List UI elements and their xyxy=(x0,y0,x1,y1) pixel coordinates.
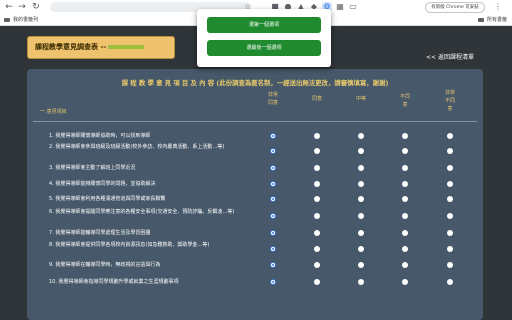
rating-radio[interactable] xyxy=(270,196,276,202)
rating-radio[interactable] xyxy=(314,213,320,219)
reload-icon[interactable]: ↻ xyxy=(30,1,42,13)
rating-radio[interactable] xyxy=(447,213,453,219)
bookmarks-folder[interactable]: 我的書籤列 xyxy=(4,16,38,25)
column-header: 中等 xyxy=(355,96,366,102)
page-content: 課程教學意見調查表 -- << 返回課程清單 課 程 教 學 意 見 項 目 及… xyxy=(0,26,512,320)
rating-radio[interactable] xyxy=(402,262,408,268)
rating-radio[interactable] xyxy=(447,148,453,154)
survey-panel: 課 程 教 學 意 見 項 目 及 內 容 (此份調查為匿名制，一經送出無法更改… xyxy=(27,69,483,320)
page-title: 課程教學意見調查表 -- xyxy=(27,36,175,59)
chrome-update-button[interactable]: 有新版 Chrome 可安裝 xyxy=(425,2,485,13)
rating-radio[interactable] xyxy=(314,262,320,268)
forward-arrow-icon[interactable]: → xyxy=(16,1,28,13)
rating-radio[interactable] xyxy=(314,133,320,139)
bookmarks-folder-label: 我的書籤列 xyxy=(13,17,39,23)
rating-radio[interactable] xyxy=(447,165,453,171)
rating-radio[interactable] xyxy=(314,181,320,187)
rating-radio[interactable] xyxy=(270,165,276,171)
column-header: 非常不同意 xyxy=(444,90,455,112)
select-first-option-button[interactable]: 選第一個選項 xyxy=(207,17,321,33)
column-header: 非常同意 xyxy=(267,92,278,106)
rating-radio[interactable] xyxy=(314,230,320,236)
rating-radio[interactable] xyxy=(402,181,408,187)
rating-radio[interactable] xyxy=(314,148,320,154)
question-text: 2. 我覺得導師會參與班級及班級活動(校外參訪、校內慶典活動、系上活動…等) xyxy=(49,144,225,150)
rating-radio[interactable] xyxy=(447,279,453,285)
folder-icon xyxy=(478,17,484,22)
rating-radio[interactable] xyxy=(447,230,453,236)
rating-radio[interactable] xyxy=(270,148,276,154)
question-text: 6. 我覺得導師會提醒同學應注意的各種安全事項(交通安全、預防詐騙、反霸凌…等) xyxy=(49,209,235,215)
rating-radio[interactable] xyxy=(447,181,453,187)
panel-header: 課 程 教 學 意 見 項 目 及 內 容 (此份調查為匿名制，一經送出無法更改… xyxy=(121,79,389,87)
question-text: 5. 我覺得導師會利用各種溝通管道與同學或家長聯繫 xyxy=(49,196,166,202)
column-header: 不同意 xyxy=(399,94,410,108)
page-title-text: 課程教學意見調查表 -- xyxy=(35,43,107,51)
rating-radio[interactable] xyxy=(314,279,320,285)
rating-radio[interactable] xyxy=(270,181,276,187)
rating-radio[interactable] xyxy=(402,279,408,285)
question-text: 3. 我覺得導師會主動了解班上同學近況 xyxy=(49,165,136,171)
rating-radio[interactable] xyxy=(402,230,408,236)
other-bookmarks-label: 所有書籤 xyxy=(487,17,508,23)
extension-popup: 選第一個選項 選最後一個選項 xyxy=(197,9,331,67)
other-bookmarks-folder[interactable]: 所有書籤 xyxy=(478,16,507,25)
select-last-option-button[interactable]: 選最後一個選項 xyxy=(207,40,321,56)
header-divider xyxy=(33,121,477,122)
rating-radio[interactable] xyxy=(314,246,320,252)
rating-radio[interactable] xyxy=(447,246,453,252)
rating-radio[interactable] xyxy=(314,165,320,171)
kebab-menu-icon[interactable]: ⋮ xyxy=(493,2,503,12)
rating-radio[interactable] xyxy=(314,196,320,202)
rating-radio[interactable] xyxy=(358,165,364,171)
sidebar-icon[interactable]: ▭ xyxy=(348,2,358,12)
question-text: 1. 我覺得導師關懷導師協助時，可以找到導師 xyxy=(49,133,151,139)
rating-radio[interactable] xyxy=(270,213,276,219)
rating-radio[interactable] xyxy=(358,196,364,202)
section-label: 一.意見項目 xyxy=(40,109,67,115)
puzzle-icon[interactable]: ▦ xyxy=(335,2,345,12)
question-text: 10. 我覺得導師會指導同學規劃升學或就業之生涯規劃事項 xyxy=(49,279,179,285)
rating-radio[interactable] xyxy=(358,230,364,236)
column-header: 同意 xyxy=(311,96,322,102)
rating-radio[interactable] xyxy=(447,133,453,139)
rating-radio[interactable] xyxy=(402,246,408,252)
rating-radio[interactable] xyxy=(358,279,364,285)
question-text: 7. 我覺得導師能輔導同學處理生活及學習困擾 xyxy=(49,230,151,236)
rating-radio[interactable] xyxy=(270,230,276,236)
rating-radio[interactable] xyxy=(358,246,364,252)
back-arrow-icon[interactable]: ← xyxy=(3,1,15,13)
rating-radio[interactable] xyxy=(402,196,408,202)
question-text: 8. 我覺得導師會提供同學各項校內資源訊息(如急難救助、獎助學金…等) xyxy=(49,242,210,248)
question-text: 4. 我覺得導師能夠關懷同學的問題，並協助解決 xyxy=(49,181,156,187)
rating-radio[interactable] xyxy=(358,181,364,187)
back-to-course-list-link[interactable]: << 返回課程清單 xyxy=(426,52,474,61)
rating-radio[interactable] xyxy=(270,279,276,285)
rating-radio[interactable] xyxy=(402,213,408,219)
rating-radio[interactable] xyxy=(270,133,276,139)
rating-radio[interactable] xyxy=(358,262,364,268)
rating-radio[interactable] xyxy=(358,148,364,154)
folder-icon xyxy=(4,17,10,22)
rating-radio[interactable] xyxy=(358,133,364,139)
rating-radio[interactable] xyxy=(447,262,453,268)
rating-radio[interactable] xyxy=(402,148,408,154)
rating-radio[interactable] xyxy=(402,133,408,139)
rating-radio[interactable] xyxy=(447,196,453,202)
rating-radio[interactable] xyxy=(270,246,276,252)
rating-radio[interactable] xyxy=(270,262,276,268)
rating-radio[interactable] xyxy=(402,165,408,171)
question-text: 9. 我覺得導師在輔導同學時，無歧視的言語與行為 xyxy=(49,262,161,268)
rating-radio[interactable] xyxy=(358,213,364,219)
title-highlight xyxy=(108,45,145,49)
